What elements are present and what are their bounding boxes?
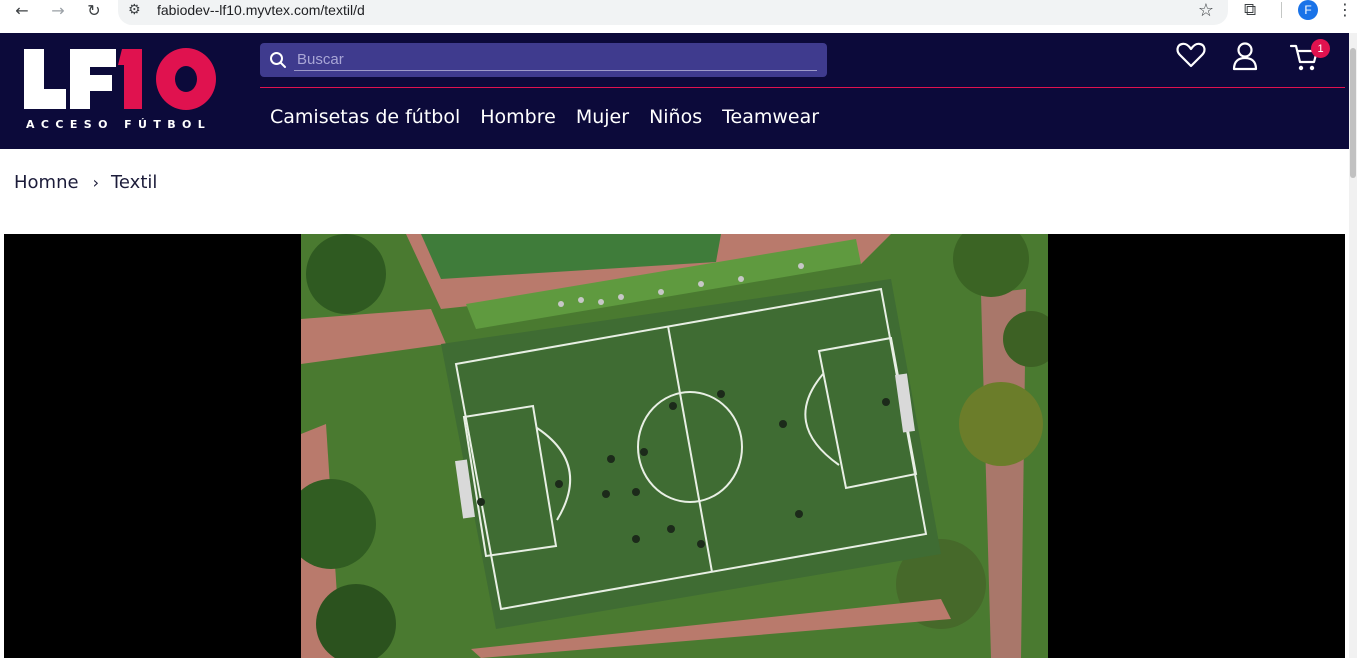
browser-toolbar: ← → ↻ ⚙ fabiodev--lf10.myvtex.com/textil… (0, 0, 1357, 33)
menu-item-mujer[interactable]: Mujer (576, 106, 629, 128)
browser-menu-icon[interactable]: ⋮ (1337, 0, 1353, 19)
search-icon[interactable] (269, 51, 287, 69)
toolbar-divider (1281, 2, 1282, 18)
profile-avatar[interactable]: F (1298, 0, 1318, 20)
scrollbar-thumb[interactable] (1350, 48, 1356, 178)
search-input[interactable] (294, 49, 817, 71)
account-user-icon[interactable] (1232, 41, 1258, 71)
address-bar[interactable]: ⚙ fabiodev--lf10.myvtex.com/textil/d ☆ (118, 0, 1228, 25)
site-header: ACCESO FÚTBOL 1 Camisetas de fútbol Homb… (0, 33, 1349, 149)
cart-count-badge: 1 (1311, 39, 1330, 58)
wishlist-heart-icon[interactable] (1176, 41, 1206, 69)
logo-tagline: ACCESO FÚTBOL (26, 118, 211, 131)
bookmark-star-icon[interactable]: ☆ (1198, 0, 1214, 21)
lf10-logo[interactable]: ACCESO FÚTBOL (22, 45, 222, 135)
breadcrumb-separator-icon: › (92, 173, 99, 192)
menu-item-teamwear[interactable]: Teamwear (722, 106, 819, 128)
forward-icon[interactable]: → (44, 0, 72, 20)
reload-icon[interactable]: ↻ (80, 0, 108, 20)
site-info-icon[interactable]: ⚙ (128, 2, 141, 18)
breadcrumb-home-link[interactable]: Homne (14, 172, 79, 193)
hero-football-field-image (301, 234, 1048, 658)
page-scrollbar[interactable] (1349, 33, 1357, 658)
menu-item-camisetas[interactable]: Camisetas de fútbol (270, 106, 460, 128)
extensions-icon[interactable]: ⧉ (1244, 0, 1256, 20)
hero-banner (4, 234, 1345, 658)
breadcrumb: Homne › Textil (14, 172, 157, 193)
menu-item-hombre[interactable]: Hombre (480, 106, 556, 128)
breadcrumb-current: Textil (110, 172, 158, 193)
menu-item-ninos[interactable]: Niños (649, 106, 702, 128)
main-menu: Camisetas de fútbol Hombre Mujer Niños T… (270, 106, 839, 128)
url-text[interactable]: fabiodev--lf10.myvtex.com/textil/d (157, 2, 365, 18)
back-icon[interactable]: ← (8, 0, 36, 20)
search-bar (260, 43, 827, 77)
header-accent-rule (260, 87, 1345, 88)
